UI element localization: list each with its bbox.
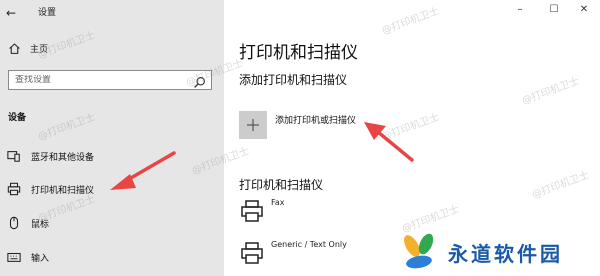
printer-icon — [239, 198, 265, 224]
close-button[interactable]: ✕ — [568, 0, 600, 18]
home-icon — [6, 40, 22, 56]
watermark: @打印机卫士 — [380, 111, 441, 143]
sidebar-item-label: 输入 — [31, 253, 50, 264]
mouse-icon — [6, 215, 22, 231]
section-label-devices: 设备 — [8, 113, 27, 123]
logo-mark-icon — [404, 233, 434, 269]
site-logo: 永道软件园 — [398, 232, 598, 272]
search-input[interactable] — [15, 75, 185, 85]
search-icon[interactable] — [193, 74, 206, 88]
bluetooth-devices-icon — [6, 148, 22, 164]
sidebar-item-label: 蓝牙和其他设备 — [31, 152, 95, 163]
window-title: 设置 — [38, 8, 57, 18]
sidebar-item-printers[interactable]: 打印机和扫描仪 — [0, 177, 224, 201]
printer-item-fax[interactable]: Fax — [239, 198, 539, 228]
printer-name: Generic / Text Only — [271, 240, 347, 249]
logo-text: 永道软件园 — [448, 241, 563, 266]
home-label: 主页 — [30, 44, 49, 55]
sidebar-item-home[interactable]: 主页 — [6, 40, 48, 56]
watermark: @打印机卫士 — [380, 5, 441, 37]
printer-name: Fax — [271, 198, 285, 207]
add-section-title: 添加打印机和扫描仪 — [239, 73, 348, 87]
keyboard-icon — [6, 249, 22, 265]
sidebar-item-bluetooth[interactable]: 蓝牙和其他设备 — [0, 144, 224, 168]
printer-icon — [6, 181, 22, 197]
search-box[interactable] — [8, 70, 212, 90]
watermark: @打印机卫士 — [530, 169, 591, 201]
minimize-button[interactable]: – — [504, 0, 536, 18]
maximize-button[interactable]: ☐ — [538, 0, 570, 18]
printers-heading: 打印机和扫描仪 — [239, 178, 324, 192]
sidebar-item-label: 打印机和扫描仪 — [31, 185, 95, 196]
sidebar: ← 设置 主页 设备 蓝牙和其他设备 打印机和扫描仪 鼠标 — [0, 0, 224, 276]
sidebar-item-input[interactable]: 输入 — [0, 245, 224, 269]
plus-icon — [239, 111, 267, 139]
page-title: 打印机和扫描仪 — [239, 43, 358, 63]
back-button[interactable]: ← — [6, 4, 26, 22]
watermark: @打印机卫士 — [520, 75, 581, 107]
sidebar-item-mouse[interactable]: 鼠标 — [0, 211, 224, 235]
add-printer-button[interactable]: 添加打印机或扫描仪 — [239, 111, 356, 139]
add-printer-label: 添加打印机或扫描仪 — [275, 116, 357, 126]
sidebar-item-label: 鼠标 — [31, 219, 50, 230]
printer-icon — [239, 240, 265, 266]
arrow-annotation — [364, 122, 414, 162]
